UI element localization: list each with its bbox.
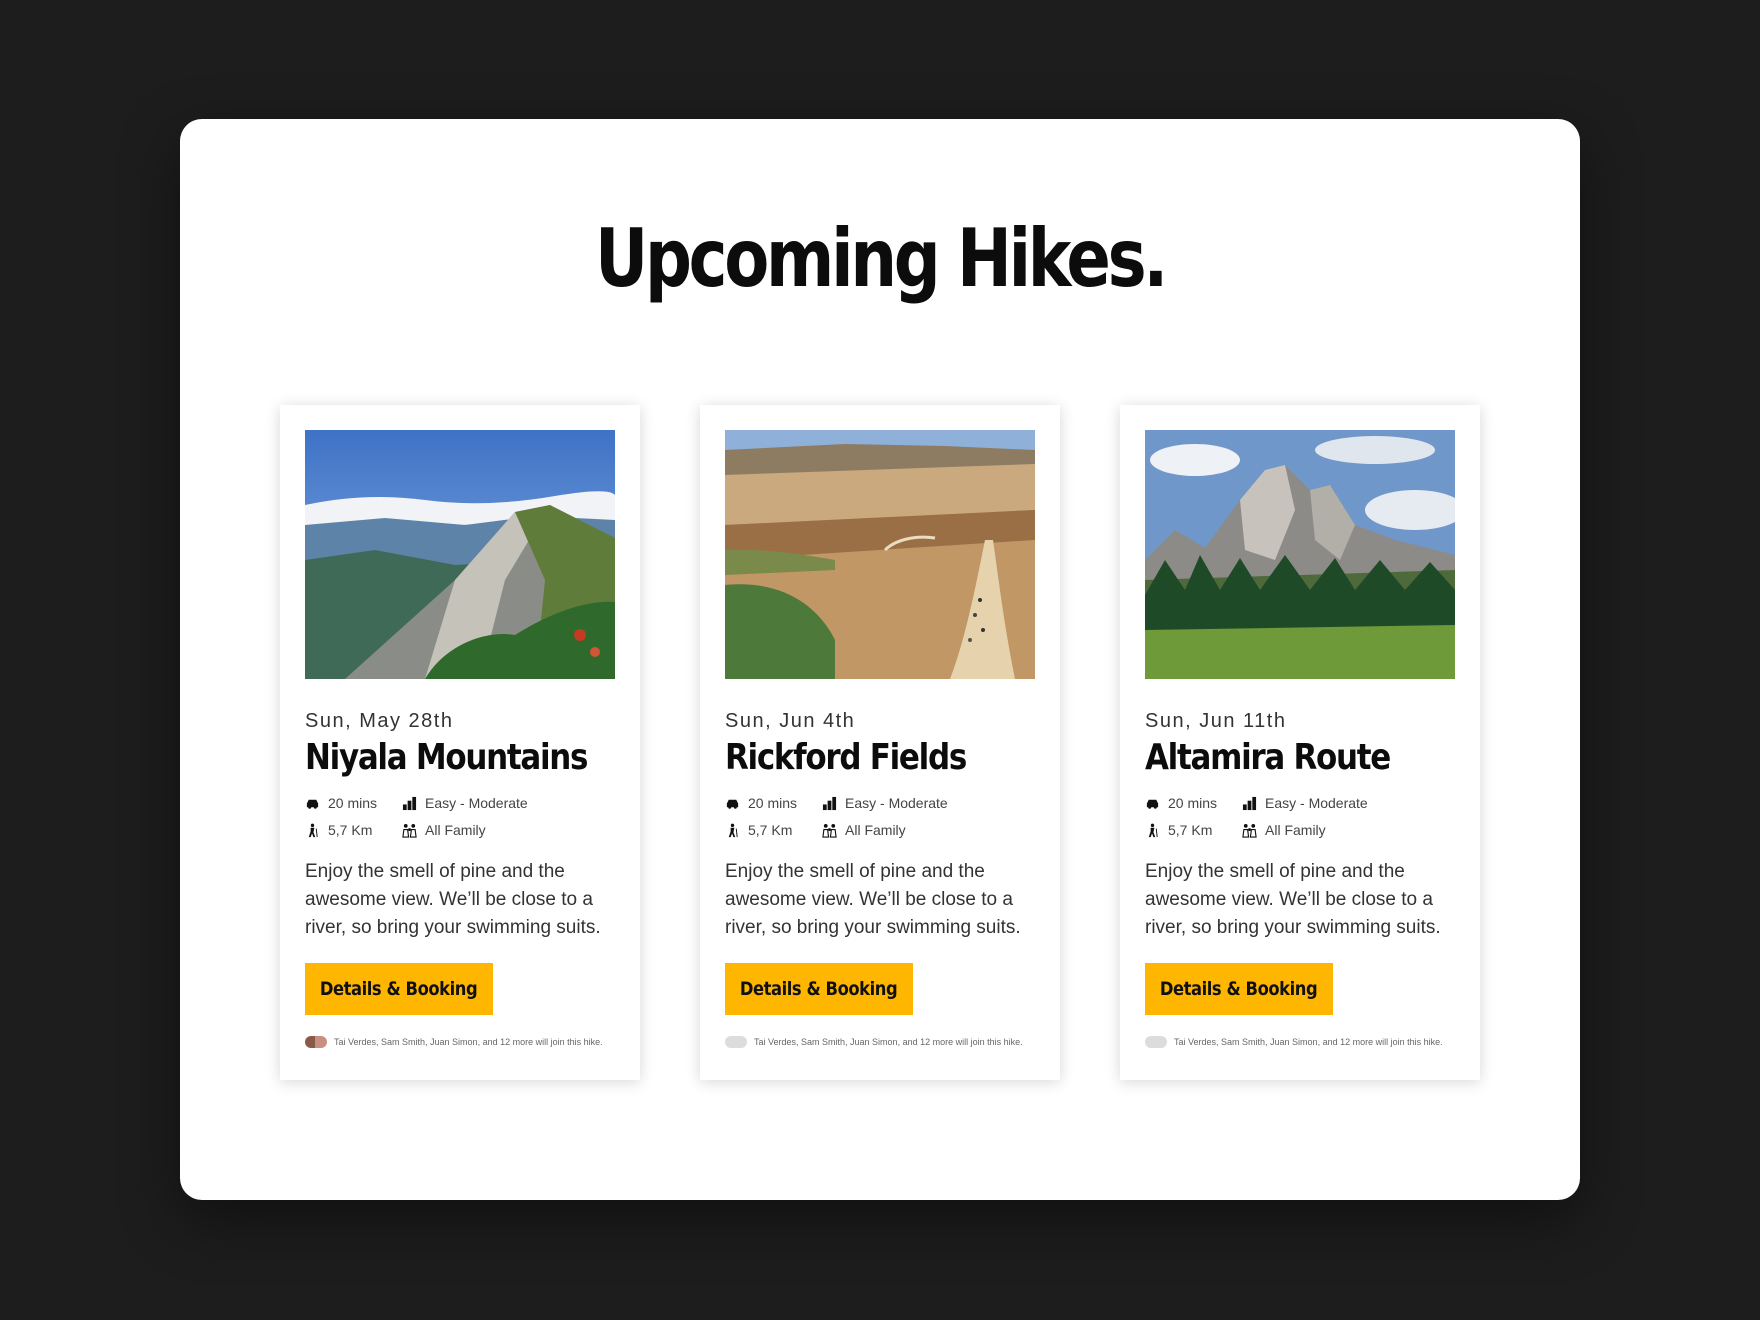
family-icon <box>822 823 837 838</box>
hike-image-peak <box>1145 430 1455 679</box>
hike-card-altamira: Sun, Jun 11th Altamira Route 20 mins Eas… <box>1120 405 1480 1080</box>
hike-card-rickford: Sun, Jun 4th Rickford Fields 20 mins Eas… <box>700 405 1060 1080</box>
hike-duration-text: 20 mins <box>328 795 378 811</box>
hike-distance-text: 5,7 Km <box>748 822 793 838</box>
attendee-avatars <box>305 1036 327 1048</box>
hike-image-fields <box>725 430 1035 679</box>
car-icon <box>726 799 739 809</box>
family-icon <box>402 823 417 838</box>
hike-difficulty-text: Easy - Moderate <box>845 795 948 811</box>
hiker-icon <box>1148 823 1158 837</box>
car-icon <box>1146 799 1159 809</box>
hike-title: Niyala Mountains <box>305 737 588 778</box>
hike-duration: 20 mins <box>305 795 377 811</box>
hiker-icon <box>308 823 318 837</box>
hike-date: Sun, May 28th <box>305 710 454 732</box>
hike-title: Altamira Route <box>1145 737 1391 778</box>
hike-distance: 5,7 Km <box>1145 822 1212 838</box>
attendees-text: Tai Verdes, Sam Smith, Juan Simon, and 1… <box>1174 1037 1443 1047</box>
hike-audience: All Family <box>1242 822 1326 838</box>
attendee-avatars <box>725 1036 747 1048</box>
hike-title: Rickford Fields <box>725 737 967 778</box>
hike-audience-text: All Family <box>1265 822 1326 838</box>
details-booking-button[interactable]: Details & Booking <box>725 963 913 1015</box>
attendee-avatars <box>1145 1036 1167 1048</box>
hike-date: Sun, Jun 11th <box>1145 710 1287 732</box>
hike-audience-text: All Family <box>425 822 486 838</box>
hike-difficulty: Easy - Moderate <box>402 795 528 811</box>
hike-image-mountain <box>305 430 615 679</box>
hike-difficulty-text: Easy - Moderate <box>425 795 528 811</box>
hike-date: Sun, Jun 4th <box>725 710 856 732</box>
hike-difficulty: Easy - Moderate <box>822 795 948 811</box>
details-booking-label: Details & Booking <box>740 978 898 1000</box>
hike-description: Enjoy the smell of pine and the awesome … <box>725 861 1021 938</box>
hike-description: Enjoy the smell of pine and the awesome … <box>305 861 601 938</box>
signal-bars-icon <box>402 796 417 810</box>
signal-bars-icon <box>1242 796 1257 810</box>
hike-difficulty: Easy - Moderate <box>1242 795 1368 811</box>
hike-duration: 20 mins <box>725 795 797 811</box>
details-booking-label: Details & Booking <box>1160 978 1318 1000</box>
details-booking-button[interactable]: Details & Booking <box>1145 963 1333 1015</box>
signal-bars-icon <box>822 796 837 810</box>
hike-distance-text: 5,7 Km <box>328 822 373 838</box>
hike-audience: All Family <box>402 822 486 838</box>
hike-difficulty-text: Easy - Moderate <box>1265 795 1368 811</box>
hike-duration-text: 20 mins <box>748 795 798 811</box>
page-title: Upcoming Hikes. <box>594 212 1168 305</box>
family-icon <box>1242 823 1257 838</box>
hike-duration-text: 20 mins <box>1168 795 1218 811</box>
hike-distance: 5,7 Km <box>725 822 792 838</box>
hike-duration: 20 mins <box>1145 795 1217 811</box>
attendees-text: Tai Verdes, Sam Smith, Juan Simon, and 1… <box>754 1037 1023 1047</box>
hike-audience-text: All Family <box>845 822 906 838</box>
hiker-icon <box>728 823 738 837</box>
hike-card-niyala: Sun, May 28th Niyala Mountains 20 mins E… <box>280 405 640 1080</box>
hike-distance: 5,7 Km <box>305 822 372 838</box>
attendees-line: Tai Verdes, Sam Smith, Juan Simon, and 1… <box>725 1036 1023 1048</box>
attendees-line: Tai Verdes, Sam Smith, Juan Simon, and 1… <box>305 1036 603 1048</box>
attendees-line: Tai Verdes, Sam Smith, Juan Simon, and 1… <box>1145 1036 1443 1048</box>
hike-audience: All Family <box>822 822 906 838</box>
hike-distance-text: 5,7 Km <box>1168 822 1213 838</box>
attendees-text: Tai Verdes, Sam Smith, Juan Simon, and 1… <box>334 1037 603 1047</box>
hike-description: Enjoy the smell of pine and the awesome … <box>1145 861 1441 938</box>
details-booking-button[interactable]: Details & Booking <box>305 963 493 1015</box>
details-booking-label: Details & Booking <box>320 978 478 1000</box>
car-icon <box>306 799 319 809</box>
